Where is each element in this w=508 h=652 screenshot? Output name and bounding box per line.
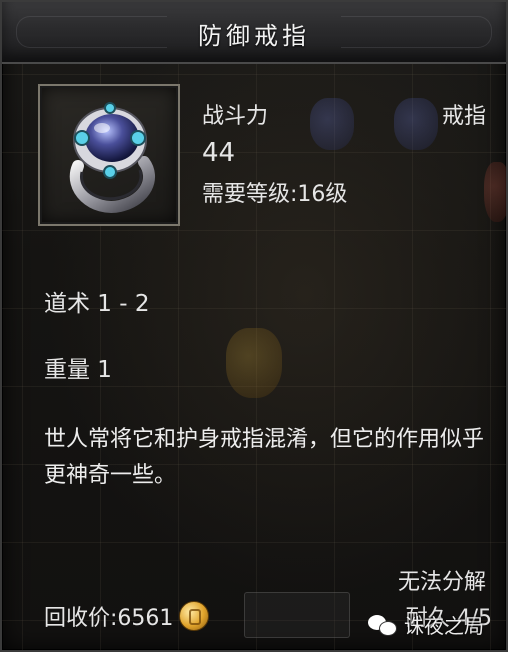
background-potion — [484, 162, 506, 222]
gold-coin-icon — [179, 601, 210, 631]
background-button — [244, 592, 350, 638]
item-name: 防御戒指 — [198, 22, 310, 50]
combat-power-value: 44 — [202, 138, 236, 168]
combat-power-label: 战斗力 — [202, 104, 269, 129]
cannot-decompose-label: 无法分解 — [397, 570, 486, 595]
item-icon-slot — [38, 84, 180, 226]
recycle-price: 回收价:6561 — [44, 600, 210, 632]
wechat-icon — [368, 613, 398, 637]
stat-weight: 重量 1 — [44, 357, 112, 383]
required-level: 需要等级:16级 — [202, 182, 348, 207]
stat-taoism: 道术 1 - 2 — [44, 291, 150, 317]
recycle-price-text: 回收价:6561 — [44, 606, 174, 631]
watermark: 诛夜之局 — [368, 610, 484, 639]
background-potion — [310, 98, 354, 150]
item-type-label: 戒指 — [441, 104, 486, 129]
item-description: 世人常将它和护身戒指混淆，但它的作用似乎更神奇一些。 — [44, 427, 485, 488]
ring-icon — [69, 102, 155, 213]
background-potion — [226, 328, 282, 398]
watermark-text: 诛夜之局 — [404, 614, 484, 638]
item-tooltip: 防御戒指 战斗力 戒指 44 需要等级:16级 道术 1 - 2 重量 1 世人… — [0, 0, 508, 652]
title-bar: 防御戒指 — [2, 2, 506, 64]
background-potion — [394, 98, 438, 150]
